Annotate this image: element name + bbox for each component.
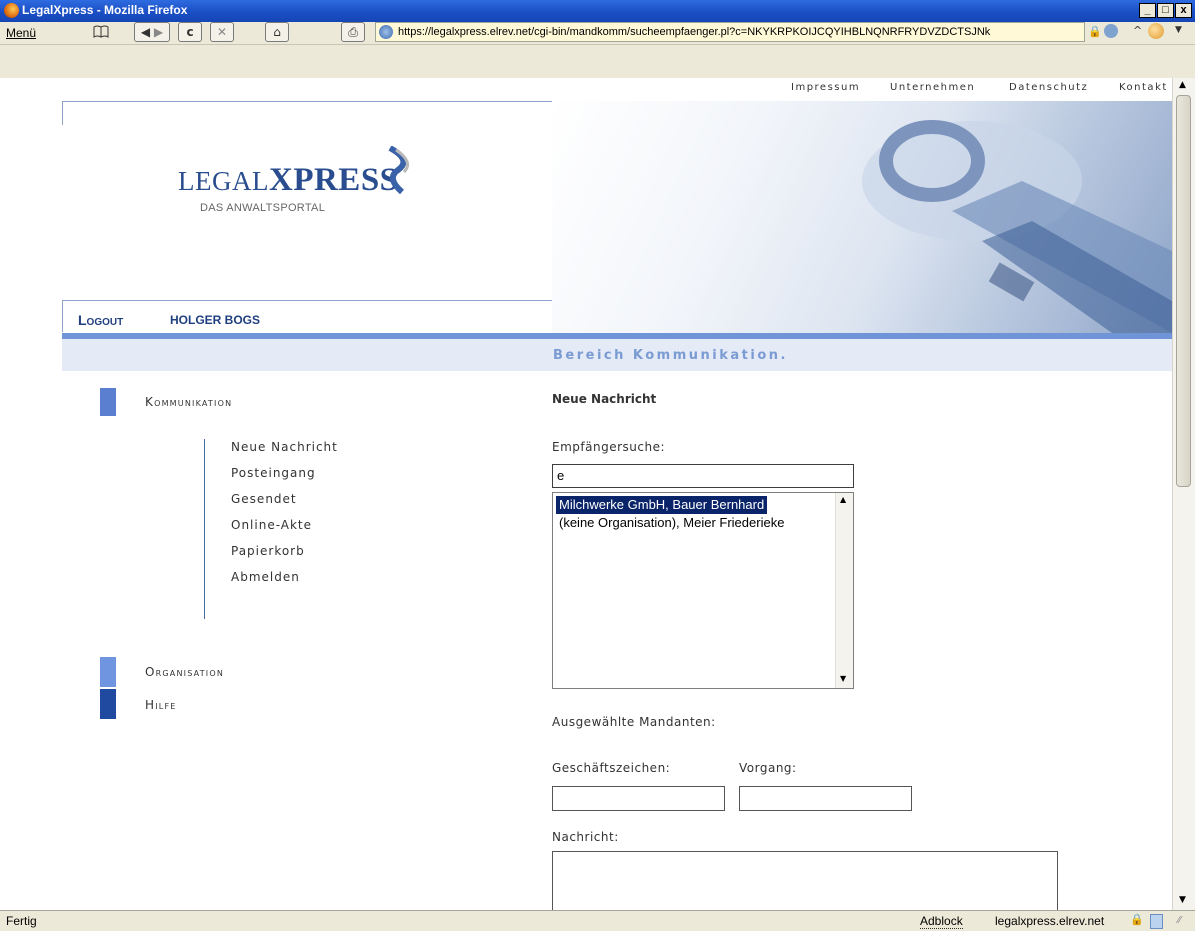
- unternehmen-link[interactable]: Unternehmen: [890, 82, 975, 93]
- logo-swirl-icon: [384, 145, 418, 198]
- logo[interactable]: LEGALXPRESS: [178, 162, 399, 199]
- process-label: Vorgang:: [739, 761, 797, 775]
- process-input[interactable]: [739, 786, 912, 811]
- status-text: Fertig: [6, 914, 37, 928]
- user-name: HOLGER BOGS: [170, 313, 261, 327]
- back-icon[interactable]: ◀: [141, 25, 150, 39]
- section-banner-text: Bereich Kommunikation.: [553, 348, 788, 363]
- firefox-icon: [4, 3, 19, 18]
- form-heading: Neue Nachricht: [552, 392, 657, 406]
- reference-input[interactable]: [552, 786, 725, 811]
- scroll-up-icon[interactable]: ▲: [1179, 80, 1186, 90]
- chevron-up-icon[interactable]: ^: [1133, 24, 1142, 37]
- submenu-abmelden[interactable]: Abmelden: [231, 570, 300, 584]
- status-bar: Fertig Adblock legalxpress.elrev.net 🔒 ⁄…: [0, 910, 1195, 931]
- submenu-line: [204, 439, 205, 619]
- reload-icon: c: [186, 25, 194, 39]
- stop-button[interactable]: ✕: [210, 22, 234, 42]
- window-titlebar[interactable]: LegalXpress - Mozilla Firefox _ □ x: [0, 0, 1195, 22]
- reference-label: Geschäftszeichen:: [552, 761, 671, 775]
- kommunikation-marker: [100, 388, 116, 416]
- home-button[interactable]: ⌂: [265, 22, 289, 42]
- logout-link[interactable]: Logout: [78, 312, 123, 328]
- impressum-link[interactable]: Impressum: [791, 82, 860, 93]
- message-textarea[interactable]: [552, 851, 1058, 910]
- bookmarks-icon[interactable]: [93, 24, 109, 38]
- logo-text-legal: LEGAL: [178, 166, 269, 196]
- submenu-gesendet[interactable]: Gesendet: [231, 492, 297, 506]
- reload-button[interactable]: c: [178, 22, 202, 42]
- nav-divider: [62, 300, 552, 301]
- submenu-online-akte[interactable]: Online-Akte: [231, 518, 312, 532]
- recipient-search-label: Empfängersuche:: [552, 440, 665, 454]
- logo-text-xpress: XPRESS: [268, 162, 399, 198]
- lock-icon[interactable]: 🔒: [1088, 25, 1102, 38]
- adblock-button[interactable]: Adblock: [920, 914, 963, 929]
- hero-image: [552, 101, 1172, 333]
- scroll-thumb[interactable]: [1176, 95, 1191, 487]
- logo-tagline: DAS ANWALTSPORTAL: [200, 202, 326, 214]
- page-scrollbar[interactable]: ▲ ▼: [1172, 78, 1195, 910]
- toolbar-divider: [0, 44, 1195, 45]
- menu-button[interactable]: Menü: [6, 26, 36, 40]
- window-title: LegalXpress - Mozilla Firefox: [22, 3, 188, 17]
- header-divider-vertical: [62, 101, 63, 125]
- stop-icon: ✕: [216, 25, 228, 39]
- nav-divider-vertical: [62, 300, 63, 332]
- result-option[interactable]: Milchwerke GmbH, Bauer Bernhard: [556, 496, 768, 514]
- submenu-posteingang[interactable]: Posteingang: [231, 466, 316, 480]
- print-button[interactable]: ⎙: [341, 22, 365, 42]
- hilfe-marker: [100, 689, 116, 719]
- submenu-neue-nachricht[interactable]: Neue Nachricht: [231, 440, 338, 454]
- url-bar[interactable]: https://legalxpress.elrev.net/cgi-bin/ma…: [375, 22, 1085, 42]
- submenu-papierkorb[interactable]: Papierkorb: [231, 544, 305, 558]
- datenschutz-link[interactable]: Datenschutz: [1009, 82, 1088, 93]
- site-icon: [379, 25, 393, 39]
- forward-icon[interactable]: ▶: [154, 25, 163, 39]
- organisation-marker: [100, 657, 116, 687]
- browser-toolbar: Menü ◀ ▶ c ✕ ⌂ ⎙ https://legalxpress.elr…: [0, 22, 1195, 78]
- home-icon: ⌂: [273, 25, 281, 39]
- scroll-down-icon[interactable]: ▼: [1179, 895, 1186, 905]
- sidebar-item-kommunikation[interactable]: Kommunikation: [145, 395, 232, 409]
- url-text: https://legalxpress.elrev.net/cgi-bin/ma…: [398, 26, 991, 38]
- recipient-results-list[interactable]: Milchwerke GmbH, Bauer Bernhard (keine O…: [552, 492, 854, 689]
- web-page: Impressum Unternehmen Datenschutz Kontak…: [0, 78, 1172, 910]
- recipient-search-input[interactable]: e: [552, 464, 854, 488]
- minimize-button[interactable]: _: [1139, 3, 1156, 18]
- status-domain[interactable]: legalxpress.elrev.net: [995, 914, 1104, 928]
- list-scrollbar[interactable]: ▲ ▼: [835, 493, 853, 688]
- selected-clients-label: Ausgewählte Mandanten:: [552, 715, 716, 729]
- message-label: Nachricht:: [552, 830, 619, 844]
- lock-icon[interactable]: 🔒: [1130, 913, 1144, 926]
- kontakt-link[interactable]: Kontakt: [1119, 82, 1168, 93]
- back-forward-buttons[interactable]: ◀ ▶: [134, 22, 170, 42]
- search-engine-icon[interactable]: [1148, 23, 1164, 39]
- print-icon: ⎙: [348, 25, 358, 39]
- result-option[interactable]: (keine Organisation), Meier Friederieke: [556, 514, 787, 532]
- sidebar-item-organisation[interactable]: Organisation: [145, 665, 224, 679]
- close-button[interactable]: x: [1175, 3, 1192, 18]
- resize-grip-icon[interactable]: ⁄⁄: [1178, 915, 1181, 926]
- scroll-up-icon[interactable]: ▲: [840, 495, 846, 504]
- go-icon[interactable]: [1104, 24, 1118, 38]
- dropdown-icon[interactable]: ▼: [1175, 25, 1182, 35]
- page-info-icon[interactable]: [1150, 914, 1163, 929]
- header-divider: [62, 101, 552, 102]
- maximize-button[interactable]: □: [1157, 3, 1174, 18]
- sidebar-item-hilfe[interactable]: Hilfe: [145, 698, 177, 712]
- scroll-down-icon[interactable]: ▼: [840, 674, 846, 683]
